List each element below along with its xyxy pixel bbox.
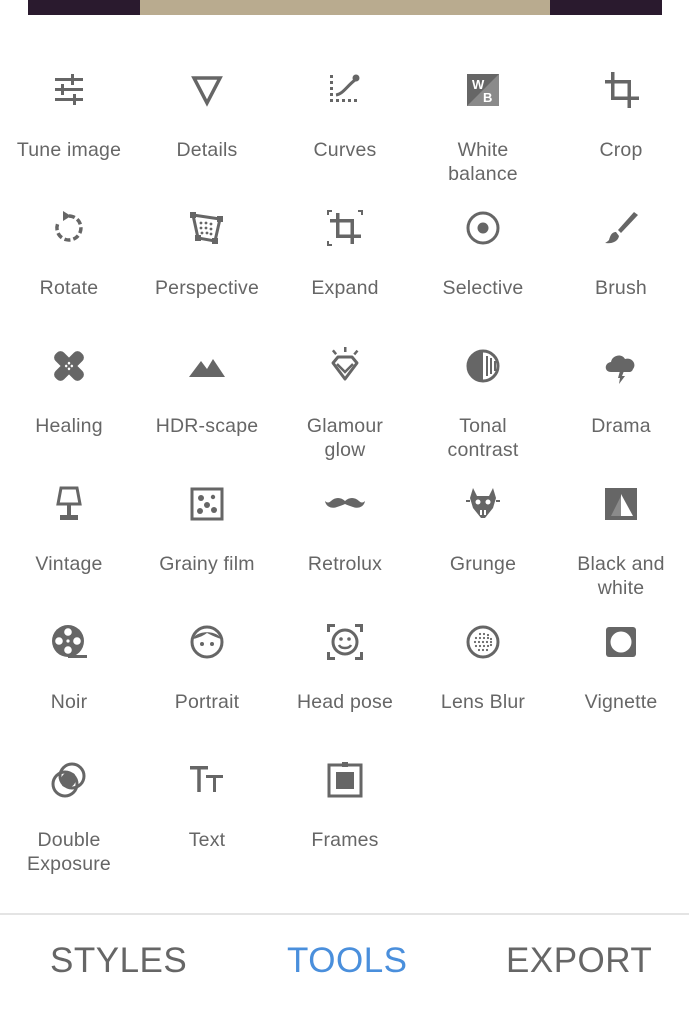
tool-tune-image[interactable]: Tune image <box>0 70 138 200</box>
grunge-icon <box>466 488 500 518</box>
tool-text[interactable]: Text <box>138 760 276 890</box>
tool-noir[interactable]: Noir <box>0 622 138 752</box>
tool-label: Expand <box>311 277 379 299</box>
tool-label: Retrolux <box>307 553 383 575</box>
tool-label: Perspective <box>154 277 260 299</box>
tool-label: Rotate <box>39 277 99 299</box>
tool-label: Drama <box>591 415 651 437</box>
tonal-contrast-icon <box>466 349 500 383</box>
tool-crop[interactable]: Crop <box>552 70 689 200</box>
tool-label: Double Exposure <box>27 829 111 875</box>
tool-brush[interactable]: Brush <box>552 208 689 338</box>
tool-label: Head pose <box>296 691 394 713</box>
tool-label: Vintage <box>35 553 103 575</box>
tool-glamour-glow[interactable]: Glamour glow <box>276 346 414 476</box>
double-exposure-icon <box>51 762 86 798</box>
noir-icon <box>52 625 87 658</box>
tool-details[interactable]: Details <box>138 70 276 200</box>
tool-label: Crop <box>599 139 643 161</box>
healing-icon <box>54 351 84 381</box>
tool-label: Brush <box>595 277 647 299</box>
vignette-icon <box>606 627 636 657</box>
tool-vintage[interactable]: Vintage <box>0 484 138 614</box>
tool-drama[interactable]: Drama <box>552 346 689 476</box>
tool-label: Healing <box>35 415 103 437</box>
tool-label: Selective <box>442 277 524 299</box>
tab-tools[interactable]: TOOLS <box>287 938 408 984</box>
tune-image-icon <box>55 74 83 105</box>
drama-icon <box>605 355 635 384</box>
tool-label: Curves <box>313 139 377 161</box>
details-icon <box>191 76 223 107</box>
brush-icon <box>605 212 638 244</box>
tool-curves[interactable]: Curves <box>276 70 414 200</box>
vintage-icon <box>56 486 82 520</box>
tool-black-and-white[interactable]: Black and white <box>552 484 689 614</box>
tool-retrolux[interactable]: Retrolux <box>276 484 414 614</box>
tool-label: White balance <box>448 139 518 185</box>
tool-label: Portrait <box>174 691 240 713</box>
retrolux-icon <box>325 498 365 508</box>
white-balance-icon: W B <box>467 74 499 106</box>
black-and-white-icon <box>605 488 637 520</box>
head-pose-icon <box>327 624 363 660</box>
tool-expand[interactable]: Expand <box>276 208 414 338</box>
tool-label: Lens Blur <box>440 691 526 713</box>
tool-label: Grainy film <box>159 553 255 575</box>
curves-icon <box>330 74 360 102</box>
tool-selective[interactable]: Selective <box>414 208 552 338</box>
lens-blur-icon <box>466 625 500 659</box>
text-icon <box>190 766 223 792</box>
tool-label: Black and white <box>577 553 665 599</box>
tool-grainy-film[interactable]: Grainy film <box>138 484 276 614</box>
tool-label: Tune image <box>16 139 122 161</box>
expand-icon <box>327 210 363 246</box>
tool-double-exposure[interactable]: Double Exposure <box>0 760 138 890</box>
tool-grunge[interactable]: Grunge <box>414 484 552 614</box>
tool-tonal-contrast[interactable]: Tonal contrast <box>414 346 552 476</box>
tool-white-balance[interactable]: W B White balance <box>414 70 552 200</box>
tool-label: Frames <box>311 829 379 851</box>
tool-lens-blur[interactable]: Lens Blur <box>414 622 552 752</box>
selective-icon <box>466 211 500 245</box>
tab-styles[interactable]: STYLES <box>50 938 187 984</box>
tool-label: Glamour glow <box>306 415 384 461</box>
tool-label: Details <box>176 139 238 161</box>
tool-label: Tonal contrast <box>447 415 519 461</box>
crop-icon <box>605 72 639 108</box>
tool-label: HDR-scape <box>155 415 259 437</box>
perspective-icon <box>190 212 223 244</box>
svg-text:B: B <box>483 90 492 105</box>
glamour-glow-icon <box>331 347 359 381</box>
tool-perspective[interactable]: Perspective <box>138 208 276 338</box>
tool-portrait[interactable]: Portrait <box>138 622 276 752</box>
top-strip <box>0 0 689 15</box>
rotate-icon <box>55 211 83 242</box>
tool-rotate[interactable]: Rotate <box>0 208 138 338</box>
tool-label: Vignette <box>584 691 658 713</box>
hdr-scape-icon <box>189 359 225 377</box>
grainy-film-icon <box>190 487 224 521</box>
portrait-icon <box>190 625 224 659</box>
tab-bar-divider <box>0 913 689 915</box>
tool-healing[interactable]: Healing <box>0 346 138 476</box>
tool-hdr-scape[interactable]: HDR-scape <box>138 346 276 476</box>
tool-head-pose[interactable]: Head pose <box>276 622 414 752</box>
tool-label: Noir <box>50 691 88 713</box>
tool-label: Grunge <box>449 553 517 575</box>
tool-vignette[interactable]: Vignette <box>552 622 689 752</box>
frames-icon <box>327 762 363 798</box>
tool-label: Text <box>188 829 226 851</box>
tool-frames[interactable]: Frames <box>276 760 414 890</box>
tab-export[interactable]: EXPORT <box>506 938 652 984</box>
photo-preview <box>28 0 662 15</box>
